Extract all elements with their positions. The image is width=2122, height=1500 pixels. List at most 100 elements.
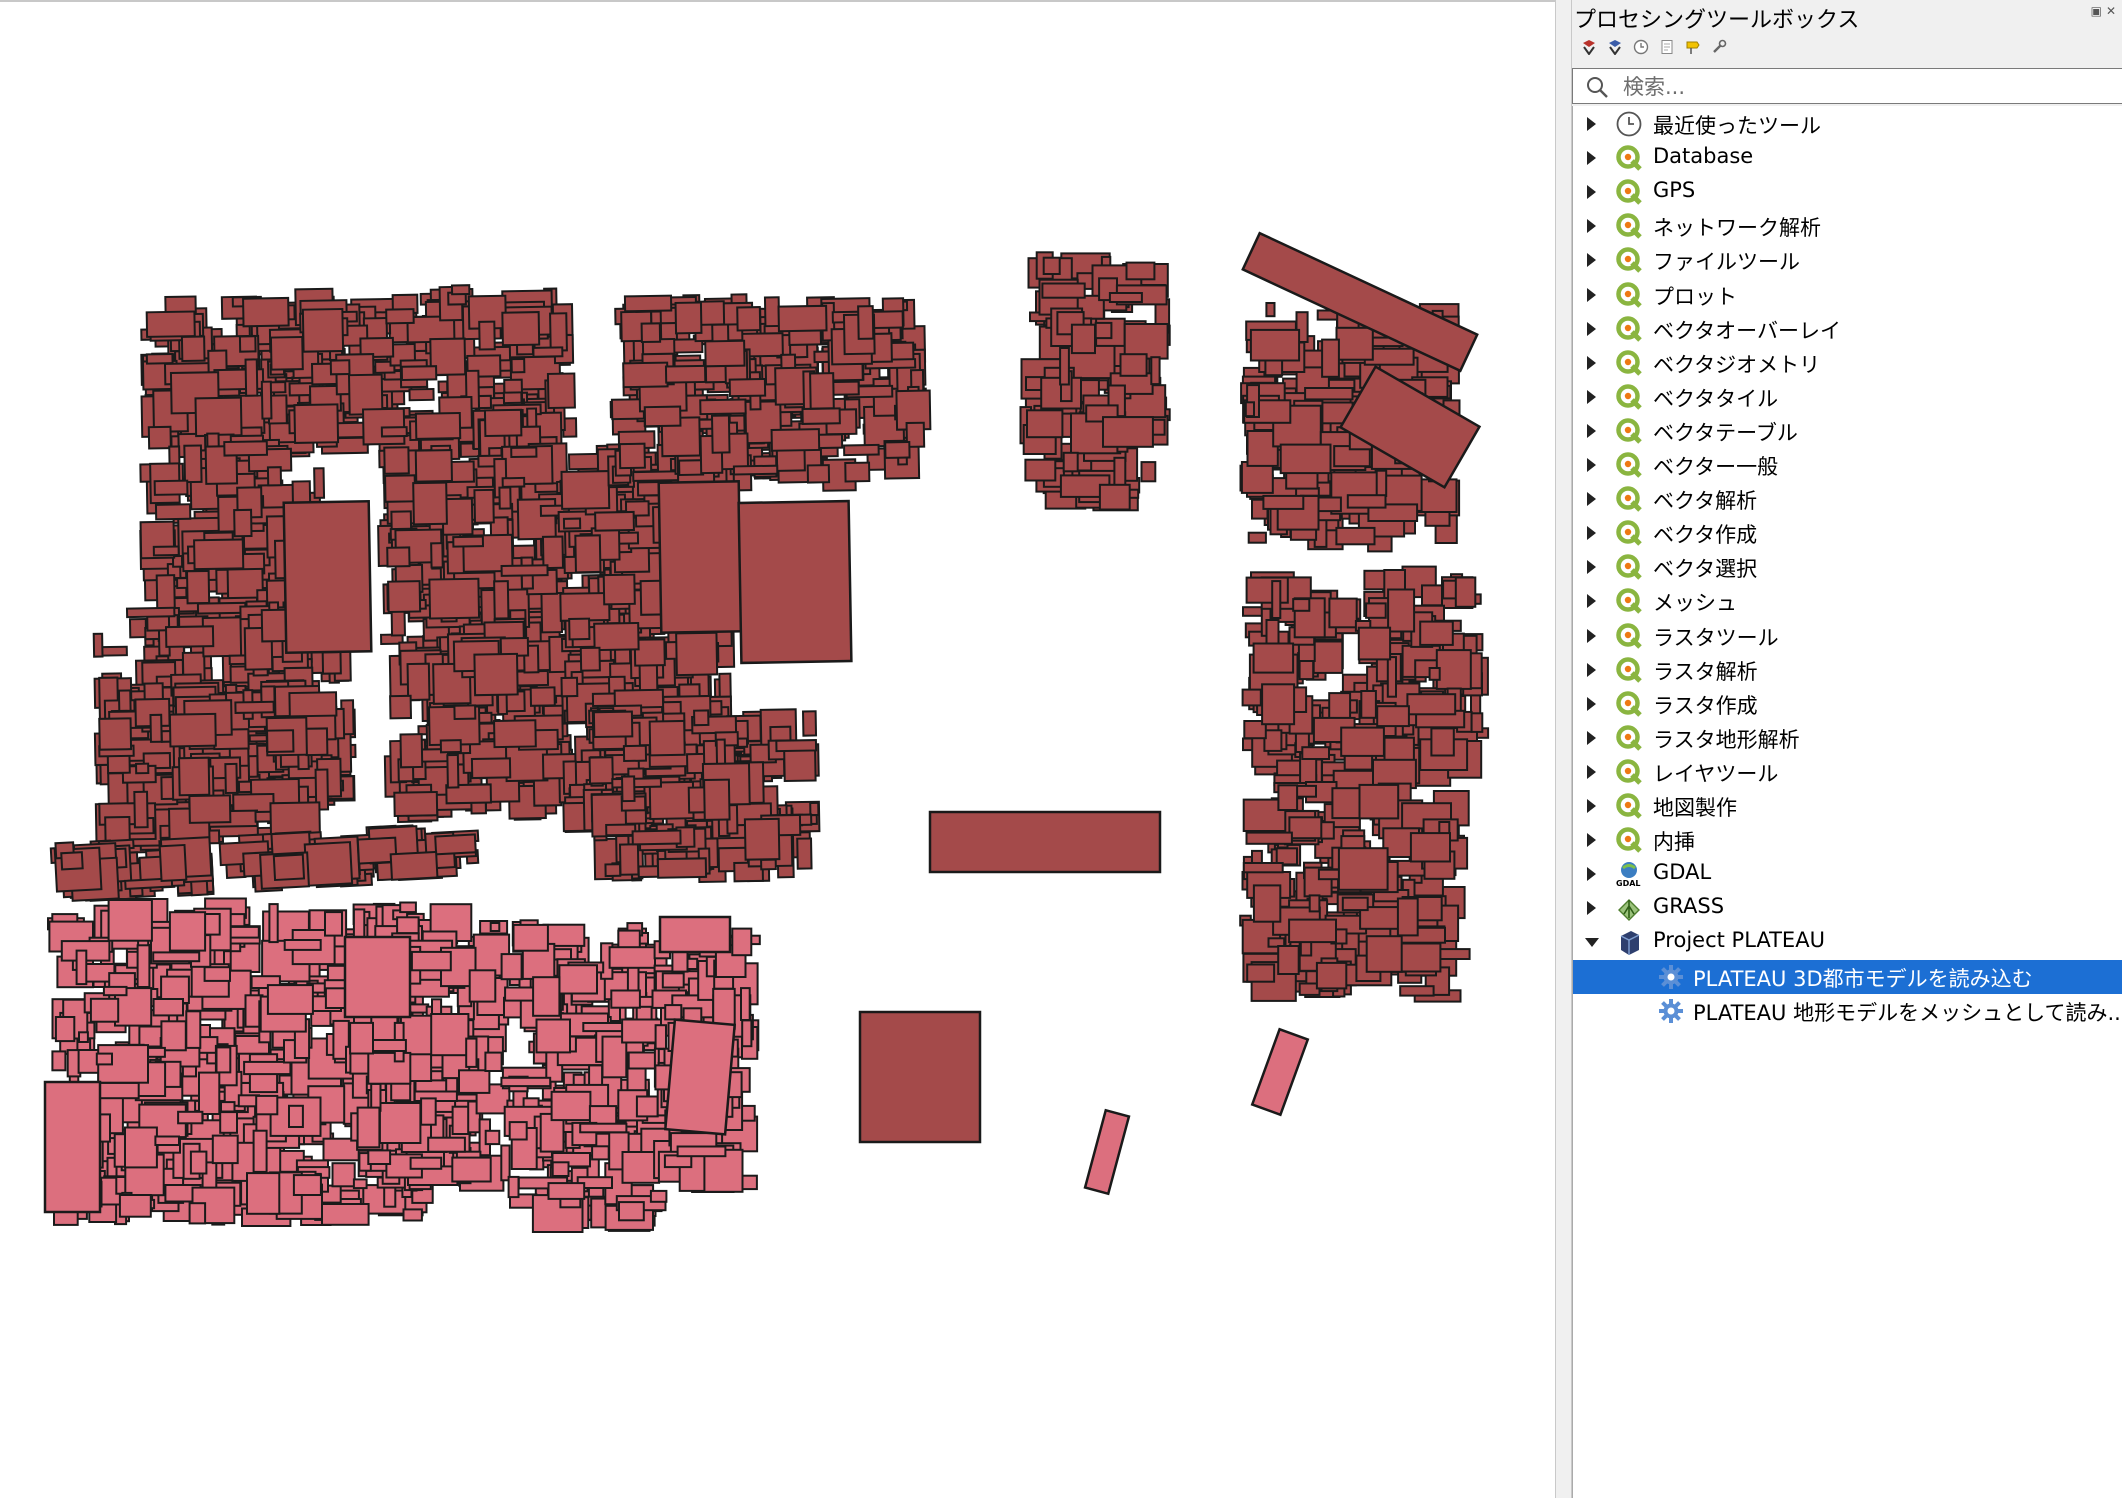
building-footprint	[1409, 832, 1452, 863]
building-footprint	[643, 405, 682, 428]
edit-features-icon[interactable]	[1684, 38, 1702, 56]
expand-arrow-icon[interactable]	[1587, 594, 1596, 609]
results-icon[interactable]	[1658, 38, 1676, 56]
expand-arrow-icon[interactable]	[1587, 423, 1596, 438]
run-model-icon[interactable]	[1580, 38, 1598, 56]
tree-item[interactable]: ベクタ選択	[1573, 550, 2122, 584]
close-icon[interactable]: ✕	[2106, 4, 2120, 18]
tree-item[interactable]: 地図製作	[1573, 789, 2122, 823]
algorithm-item[interactable]: PLATEAU 地形モデルをメッシュとして読み...	[1573, 994, 2122, 1028]
tree-item[interactable]: ラスタツール	[1573, 619, 2122, 653]
building-footprint	[78, 1031, 89, 1044]
history-icon[interactable]	[1632, 38, 1650, 56]
tree-item[interactable]: ラスタ解析	[1573, 653, 2122, 687]
building-footprint	[657, 480, 743, 634]
building-footprint	[1119, 353, 1148, 377]
tree-item[interactable]: GPS	[1573, 175, 2122, 209]
building-footprint	[185, 569, 211, 605]
building-footprint	[1396, 897, 1419, 937]
algorithm-item[interactable]: PLATEAU 3D都市モデルを読み込む	[1573, 959, 2122, 994]
expand-arrow-icon[interactable]	[1587, 458, 1596, 472]
expand-arrow-icon[interactable]	[1587, 662, 1596, 677]
building-footprint	[54, 1016, 76, 1043]
building-footprint	[736, 306, 762, 332]
tree-item[interactable]: 最近使ったツール	[1573, 107, 2122, 141]
building-footprint	[618, 1201, 645, 1222]
search-input[interactable]	[1621, 71, 2105, 103]
building-footprint	[1140, 461, 1157, 483]
building-footprint	[608, 946, 656, 969]
expand-arrow-icon[interactable]	[1587, 764, 1596, 779]
clock-icon	[1615, 110, 1643, 138]
tree-item[interactable]: メッシュ	[1573, 584, 2122, 618]
float-icon[interactable]: ▣	[2091, 4, 2106, 18]
expand-arrow-icon[interactable]	[1587, 253, 1596, 268]
expand-arrow-icon[interactable]	[1587, 117, 1596, 131]
tree-item[interactable]: ベクタ解析	[1573, 482, 2122, 516]
expand-arrow-icon[interactable]	[1587, 389, 1596, 404]
building-footprint	[164, 625, 215, 648]
expand-arrow-icon[interactable]	[1587, 730, 1596, 745]
tree-item[interactable]: GRASS	[1573, 891, 2122, 925]
expand-arrow-icon[interactable]	[1587, 287, 1596, 302]
building-footprint	[535, 1018, 571, 1054]
expand-arrow-icon[interactable]	[1587, 833, 1596, 848]
expand-arrow-icon[interactable]	[1587, 355, 1596, 370]
tree-item[interactable]: プロット	[1573, 278, 2122, 312]
expand-arrow-icon[interactable]	[1587, 526, 1596, 541]
building-footprint	[124, 1126, 158, 1169]
building-footprint	[489, 922, 501, 932]
options-icon[interactable]	[1710, 38, 1728, 56]
building-footprint	[484, 1129, 501, 1146]
building-footprint	[632, 470, 682, 482]
building-footprint	[484, 1051, 503, 1072]
building-footprint	[252, 1129, 268, 1173]
map-canvas[interactable]	[0, 0, 1555, 1498]
expand-arrow-icon[interactable]	[1587, 219, 1596, 234]
tree-item[interactable]: Project PLATEAU	[1573, 925, 2122, 959]
building-footprint	[693, 709, 710, 727]
building-footprint	[89, 997, 120, 1023]
building-footprint	[649, 1189, 668, 1203]
building-footprint	[1041, 282, 1086, 299]
building-footprint	[1308, 894, 1321, 913]
collapse-arrow-icon[interactable]	[1585, 938, 1599, 948]
tree-item[interactable]: ネットワーク解析	[1573, 209, 2122, 243]
tree-item[interactable]: ベクタジオメトリ	[1573, 346, 2122, 380]
expand-arrow-icon[interactable]	[1587, 799, 1596, 813]
expand-arrow-icon[interactable]	[1587, 867, 1596, 882]
tree-item[interactable]: ベクタテーブル	[1573, 414, 2122, 448]
tree-item[interactable]: レイヤツール	[1573, 755, 2122, 789]
tree-item[interactable]: ファイルツール	[1573, 243, 2122, 277]
expand-arrow-icon[interactable]	[1587, 151, 1596, 166]
tree-item[interactable]: ラスタ作成	[1573, 687, 2122, 721]
building-footprint	[135, 762, 150, 775]
tree-item[interactable]: ベクタ作成	[1573, 516, 2122, 550]
expand-arrow-icon[interactable]	[1587, 696, 1596, 711]
tree-item[interactable]: ラスタ地形解析	[1573, 721, 2122, 755]
tree-item[interactable]: GDAL GDAL	[1573, 857, 2122, 891]
expand-arrow-icon[interactable]	[1587, 321, 1596, 336]
tree-item[interactable]: ベクター一般	[1573, 448, 2122, 482]
building-footprint	[501, 476, 526, 488]
building-footprint	[1244, 401, 1256, 418]
tree-item[interactable]: Database	[1573, 141, 2122, 175]
tree-item[interactable]: 内挿	[1573, 823, 2122, 857]
toolbox-toolbar	[1580, 34, 1728, 60]
expand-arrow-icon[interactable]	[1587, 560, 1596, 575]
expand-arrow-icon[interactable]	[1587, 628, 1596, 643]
tree-item[interactable]: ベクタオーバーレイ	[1573, 312, 2122, 346]
expand-arrow-icon[interactable]	[1587, 901, 1596, 916]
expand-arrow-icon[interactable]	[1587, 492, 1596, 507]
building-footprint	[138, 1025, 164, 1048]
building-footprint	[560, 470, 611, 510]
tree-item-label: プロット	[1653, 284, 1737, 309]
edit-model-icon[interactable]	[1606, 38, 1624, 56]
expand-arrow-icon[interactable]	[1587, 185, 1596, 200]
panel-splitter[interactable]	[1555, 0, 1572, 1498]
building-footprint	[390, 1081, 412, 1102]
building-footprint	[1430, 727, 1455, 757]
building-footprint	[268, 903, 279, 944]
tree-item[interactable]: ベクタタイル	[1573, 380, 2122, 414]
building-footprint	[1271, 580, 1282, 619]
